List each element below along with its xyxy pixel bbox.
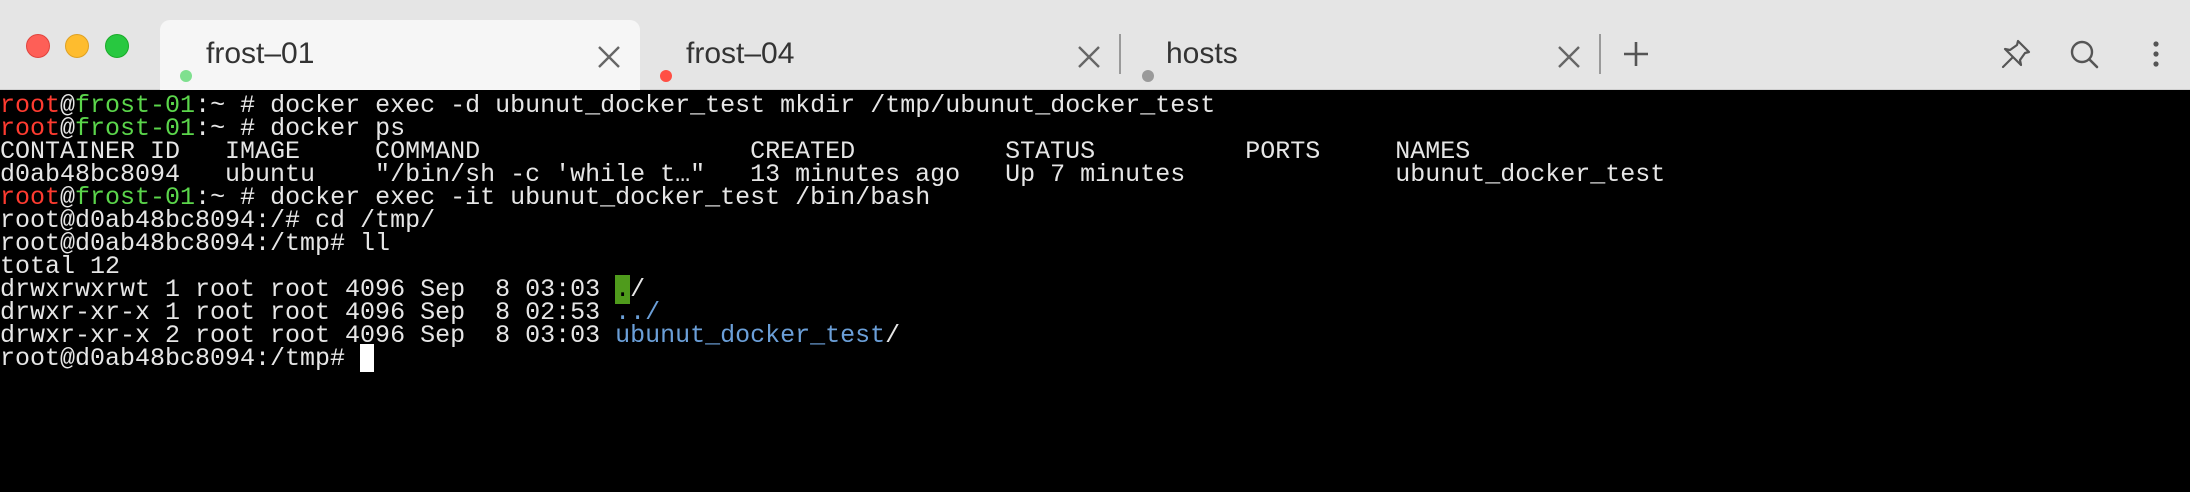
more-menu-icon[interactable]	[2138, 36, 2174, 72]
status-dot	[1142, 70, 1154, 82]
command-text: docker exec -d ubunut_docker_test mkdir …	[270, 91, 1216, 120]
close-window-button[interactable]	[26, 34, 50, 58]
tab-hosts[interactable]: hosts	[1140, 20, 1600, 90]
container-prompt: root@d0ab48bc8094:/tmp#	[0, 344, 361, 373]
text-cursor	[360, 344, 375, 373]
minimize-window-button[interactable]	[65, 34, 89, 58]
listing-suffix: /	[885, 321, 901, 350]
tab-separator	[1599, 34, 1601, 74]
close-icon[interactable]	[1076, 44, 1102, 70]
close-icon[interactable]	[1556, 44, 1582, 70]
zoom-window-button[interactable]	[105, 34, 129, 58]
directory-name: ubunut_docker_test	[615, 321, 886, 350]
search-icon[interactable]	[2066, 36, 2102, 72]
status-dot	[660, 70, 672, 82]
tab-separator	[1119, 34, 1121, 74]
terminal-line: root@d0ab48bc8094:/tmp#	[0, 343, 375, 375]
tab-label: hosts	[1166, 37, 1238, 70]
title-bar: frost–01 frost–04 hosts	[0, 0, 2190, 90]
status-dot	[180, 70, 192, 82]
tab-label: frost–04	[686, 37, 795, 70]
tab-label: frost–01	[206, 37, 315, 70]
close-icon[interactable]	[596, 44, 622, 70]
pin-icon[interactable]	[1998, 36, 2034, 72]
tab-frost-01[interactable]: frost–01	[160, 20, 640, 90]
terminal-output[interactable]: root@frost-01:~ # docker exec -d ubunut_…	[0, 90, 2190, 492]
new-tab-button[interactable]	[1618, 36, 1654, 72]
tab-frost-04[interactable]: frost–04	[660, 20, 1120, 90]
